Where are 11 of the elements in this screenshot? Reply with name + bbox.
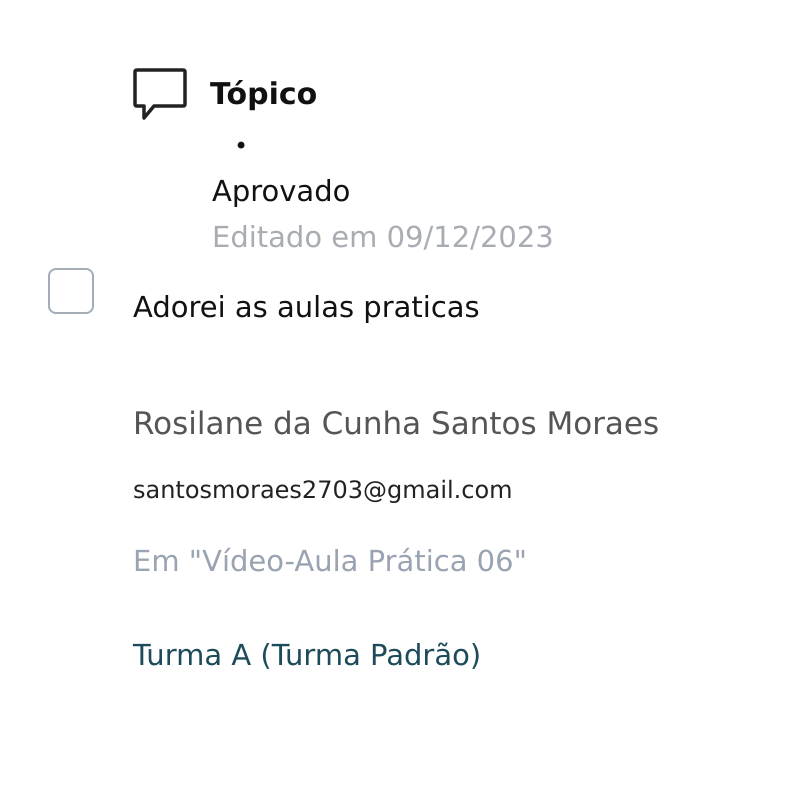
edited-date: Editado em 09/12/2023 [212,220,554,254]
author-email: santosmoraes2703@gmail.com [133,476,513,504]
lesson-reference: Em "Vídeo-Aula Prática 06" [133,544,527,578]
bullet: • [234,134,248,158]
speech-bubble-icon [132,66,188,122]
post-body: Adorei as aulas praticas [133,290,480,324]
select-checkbox[interactable] [48,268,94,314]
author-name: Rosilane da Cunha Santos Moraes [133,406,660,442]
class-group-link[interactable]: Turma A (Turma Padrão) [133,638,482,672]
post-type: Tópico [210,76,318,112]
status-label: Aprovado [212,174,350,208]
